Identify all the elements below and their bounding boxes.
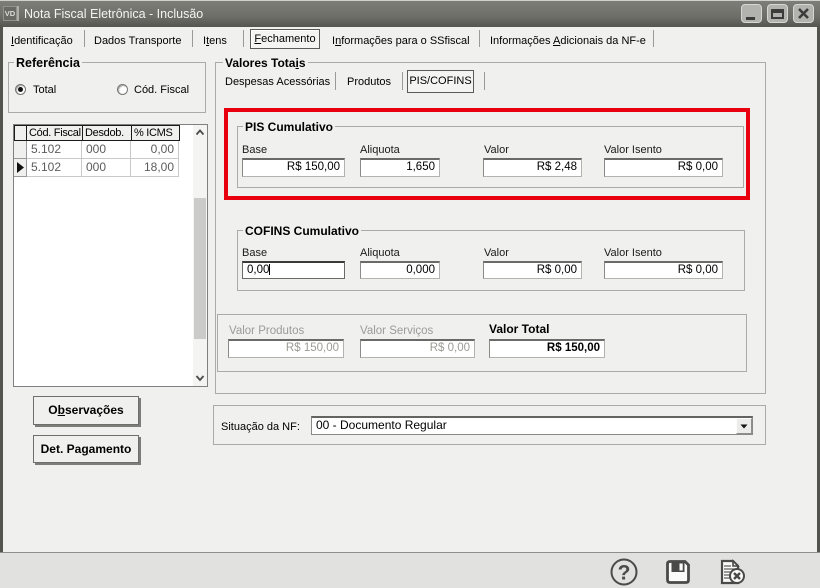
svg-text:?: ? <box>618 562 631 585</box>
